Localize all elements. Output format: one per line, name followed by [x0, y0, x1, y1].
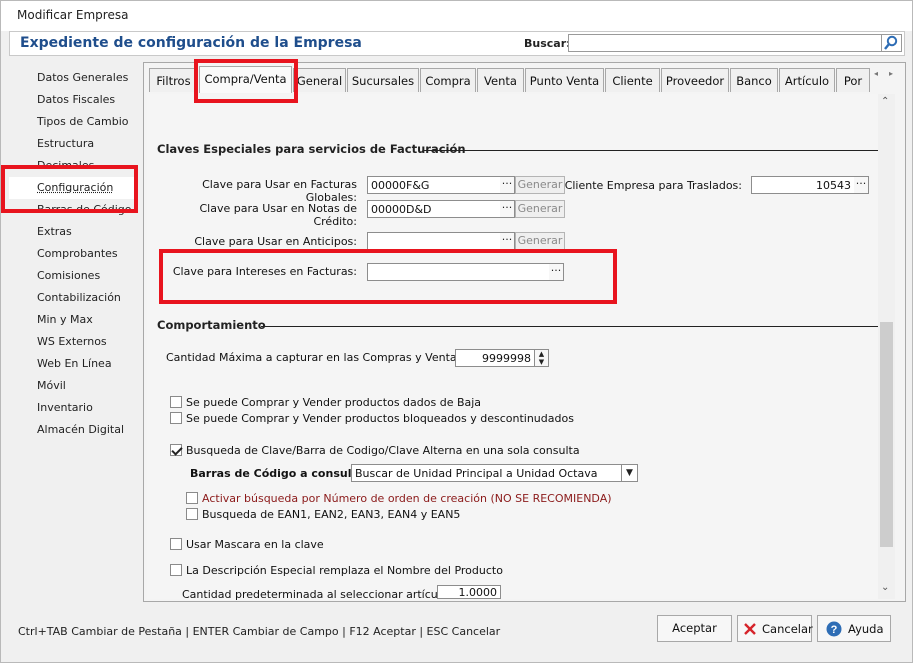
vertical-scrollbar[interactable]: ⌃ ⌄ [878, 94, 895, 599]
status-bar: Ctrl+TAB Cambiar de Pestaña | ENTER Camb… [18, 625, 501, 638]
sidebar-item-ws-externos[interactable]: WS Externos [37, 335, 107, 353]
tab-cliente[interactable]: Cliente [605, 68, 660, 92]
tab-proveedor[interactable]: Proveedor [661, 68, 729, 92]
notas-field[interactable]: 00000D&D [367, 200, 501, 218]
barras-label: Barras de Código a consultar: [190, 467, 374, 480]
tab-por[interactable]: Por [836, 68, 870, 92]
highlight-tab-compra-venta [194, 59, 298, 103]
anticipos-generar-button[interactable]: Generar [515, 232, 565, 250]
sidebar-item-web-en-linea[interactable]: Web En Línea [37, 357, 112, 375]
tab-content: Claves Especiales para servicios de Fact… [147, 94, 879, 601]
busqueda-label: Busqueda de Clave/Barra de Codigo/Clave … [186, 444, 580, 457]
help-icon: ? [826, 621, 842, 637]
search-input[interactable] [568, 34, 882, 52]
bloqueados-label: Se puede Comprar y Vender productos bloq… [186, 412, 574, 425]
section-divider [424, 150, 879, 151]
window: Modificar Empresa Expediente de configur… [0, 0, 913, 663]
traslados-field[interactable]: 10543 [751, 176, 855, 194]
cancelar-label: Cancelar [762, 622, 813, 636]
traslados-label: Cliente Empresa para Traslados: [564, 179, 742, 192]
sidebar-item-movil[interactable]: Móvil [37, 379, 66, 397]
cancelar-button[interactable]: Cancelar [737, 615, 813, 642]
tab-sucursales[interactable]: Sucursales [347, 68, 419, 92]
baja-label: Se puede Comprar y Vender productos dado… [186, 396, 482, 409]
orden-checkbox[interactable] [186, 492, 198, 504]
search-icon [884, 35, 898, 50]
sidebar-item-comprobantes[interactable]: Comprobantes [37, 247, 118, 265]
tab-scroll-right-icon[interactable]: ▸ [889, 69, 897, 79]
mascara-checkbox[interactable] [170, 538, 182, 550]
tab-articulo[interactable]: Artículo [779, 68, 835, 92]
cantidad-spinner[interactable]: ▲ ▼ [535, 349, 549, 367]
section-facturacion-title: Claves Especiales para servicios de Fact… [157, 142, 466, 156]
descripcion-checkbox[interactable] [170, 564, 182, 576]
sidebar: Datos Generales Datos Fiscales Tipos de … [9, 59, 139, 599]
tab-scroll-left-icon[interactable]: ◂ [874, 69, 882, 79]
cantidad-label: Cantidad Máxima a capturar en las Compra… [166, 351, 467, 364]
chevron-down-icon[interactable]: ▼ [621, 464, 638, 482]
busqueda-checkbox[interactable] [170, 444, 182, 456]
ean-checkbox[interactable] [186, 508, 198, 520]
tab-venta[interactable]: Venta [477, 68, 524, 92]
notas-label: Clave para Usar en Notas de Crédito: [199, 202, 357, 228]
barras-select[interactable]: Buscar de Unidad Principal a Unidad Octa… [351, 464, 623, 482]
scroll-down-icon[interactable]: ⌄ [881, 582, 889, 593]
descripcion-label: La Descripción Especial remplaza el Nomb… [186, 564, 503, 577]
ayuda-button[interactable]: ? Ayuda [817, 615, 891, 642]
scroll-up-icon[interactable]: ⌃ [881, 96, 889, 107]
global-lookup-button[interactable]: ··· [500, 176, 515, 194]
anticipos-field[interactable] [367, 232, 501, 250]
highlight-configuracion [1, 165, 138, 213]
predeterminada-field[interactable]: 1.0000 [437, 585, 501, 599]
orden-label: Activar búsqueda por Número de orden de … [202, 492, 612, 505]
sidebar-item-datos-fiscales[interactable]: Datos Fiscales [37, 93, 115, 111]
sidebar-item-min-max[interactable]: Min y Max [37, 313, 93, 331]
ayuda-label: Ayuda [848, 622, 884, 636]
section-divider [261, 326, 879, 327]
tab-filtros[interactable]: Filtros [149, 68, 198, 92]
ean-label: Busqueda de EAN1, EAN2, EAN3, EAN4 y EAN… [202, 508, 461, 521]
global-field[interactable]: 00000F&G [367, 176, 501, 194]
cantidad-field[interactable]: 9999998 [455, 349, 535, 367]
tab-punto-venta[interactable]: Punto Venta [525, 68, 604, 92]
sidebar-item-almacen-digital[interactable]: Almacén Digital [37, 423, 124, 441]
highlight-intereses [159, 249, 617, 304]
page-title: Expediente de configuración de la Empres… [20, 35, 362, 51]
anticipos-lookup-button[interactable]: ··· [500, 232, 515, 250]
anticipos-label: Clave para Usar en Anticipos: [194, 235, 357, 248]
tab-general[interactable]: General [293, 68, 346, 92]
mascara-label: Usar Mascara en la clave [186, 538, 324, 551]
notas-generar-button[interactable]: Generar [515, 200, 565, 218]
search-button[interactable] [882, 34, 902, 52]
scrollbar-thumb[interactable] [880, 322, 893, 547]
window-title: Modificar Empresa [1, 1, 912, 31]
section-comportamiento-title: Comportamiento [157, 318, 266, 332]
sidebar-item-tipos-de-cambio[interactable]: Tipos de Cambio [37, 115, 129, 133]
sidebar-item-contabilizacion[interactable]: Contabilización [37, 291, 121, 309]
baja-checkbox[interactable] [170, 396, 182, 408]
traslados-lookup-button[interactable]: ··· [854, 176, 869, 194]
search-label: Buscar: [524, 37, 571, 50]
aceptar-button[interactable]: Aceptar [657, 615, 732, 642]
bloqueados-checkbox[interactable] [170, 412, 182, 424]
tab-compra[interactable]: Compra [420, 68, 476, 92]
header-bar: Expediente de configuración de la Empres… [9, 31, 905, 56]
sidebar-item-comisiones[interactable]: Comisiones [37, 269, 100, 287]
global-label: Clave para Usar en Facturas Globales: [202, 178, 357, 204]
sidebar-item-estructura[interactable]: Estructura [37, 137, 94, 155]
svg-text:?: ? [831, 624, 838, 636]
main-panel: Filtros Compra/Venta General Sucursales … [143, 62, 906, 602]
predeterminada-label: Cantidad predeterminada al seleccionar a… [182, 588, 452, 601]
sidebar-item-extras[interactable]: Extras [37, 225, 72, 243]
sidebar-item-inventario[interactable]: Inventario [37, 401, 93, 419]
notas-lookup-button[interactable]: ··· [500, 200, 515, 218]
sidebar-item-datos-generales[interactable]: Datos Generales [37, 71, 128, 89]
close-icon [744, 623, 756, 635]
tab-banco[interactable]: Banco [730, 68, 778, 92]
